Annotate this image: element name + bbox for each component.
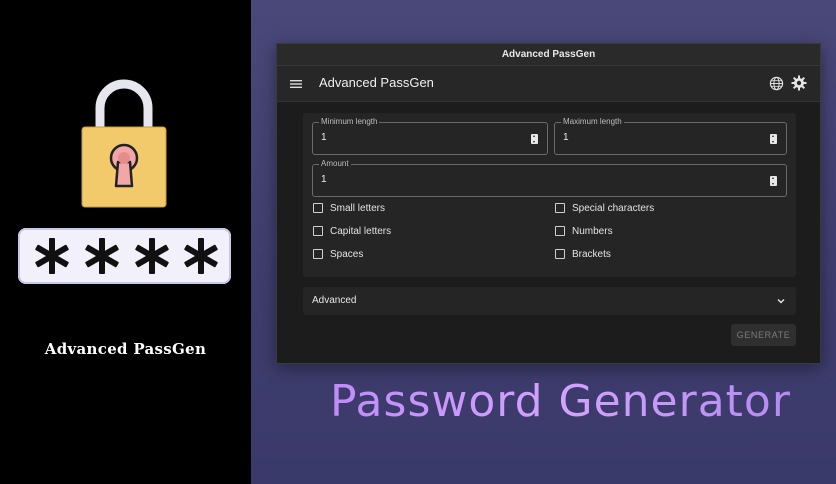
checkbox-box[interactable] (555, 226, 565, 236)
masked-password-icon (18, 228, 231, 284)
capital-letters-checkbox[interactable]: Capital letters (313, 224, 391, 238)
amount-value[interactable]: 1 (321, 174, 327, 185)
special-characters-label: Special characters (572, 202, 655, 214)
promo-tagline: Password Generator (330, 376, 791, 427)
numbers-checkbox[interactable]: Numbers (555, 224, 613, 238)
checkbox-box[interactable] (313, 203, 323, 213)
advanced-accordion[interactable]: Advanced (303, 287, 796, 315)
minimum-length-label: Minimum length (319, 117, 380, 127)
maximum-length-stepper[interactable] (770, 134, 777, 144)
window-titlebar: Advanced PassGen (277, 44, 820, 66)
numbers-label: Numbers (572, 225, 613, 237)
generate-button[interactable]: GENERATE (731, 324, 796, 346)
advanced-label: Advanced (312, 295, 357, 306)
checkbox-box[interactable] (313, 249, 323, 259)
minimum-length-value[interactable]: 1 (321, 132, 327, 143)
capital-letters-label: Capital letters (330, 225, 392, 237)
minimum-length-stepper[interactable] (531, 134, 538, 144)
small-letters-label: Small letters (330, 202, 386, 214)
globe-icon[interactable] (769, 76, 784, 91)
chevron-down-icon[interactable] (777, 297, 785, 305)
amount-input[interactable]: Amount 1 (312, 159, 787, 197)
maximum-length-value[interactable]: 1 (563, 132, 569, 143)
gear-icon[interactable] (791, 75, 807, 91)
hamburger-menu-icon[interactable] (289, 77, 303, 91)
amount-stepper[interactable] (770, 176, 777, 186)
promo-left-panel: Advanced PassGen (0, 0, 251, 484)
special-characters-checkbox[interactable]: Special characters (555, 201, 654, 215)
app-bar-title: Advanced PassGen (319, 75, 434, 90)
minimum-length-input[interactable]: Minimum length 1 (312, 117, 548, 155)
options-card: Minimum length 1 Maximum length 1 Amount… (303, 113, 796, 277)
brackets-checkbox[interactable]: Brackets (555, 247, 611, 261)
checkbox-box[interactable] (555, 249, 565, 259)
amount-label: Amount (319, 159, 351, 169)
app-window: Advanced PassGen Advanced PassGen Minimu… (276, 43, 821, 364)
checkbox-box[interactable] (555, 203, 565, 213)
spaces-checkbox[interactable]: Spaces (313, 247, 363, 261)
promo-brand-title: Advanced PassGen (44, 340, 207, 358)
maximum-length-input[interactable]: Maximum length 1 (554, 117, 787, 155)
app-bar: Advanced PassGen (277, 66, 820, 102)
brackets-label: Brackets (572, 248, 611, 260)
maximum-length-label: Maximum length (561, 117, 624, 127)
checkbox-box[interactable] (313, 226, 323, 236)
padlock-icon (81, 79, 167, 208)
spaces-label: Spaces (330, 248, 364, 260)
small-letters-checkbox[interactable]: Small letters (313, 201, 385, 215)
